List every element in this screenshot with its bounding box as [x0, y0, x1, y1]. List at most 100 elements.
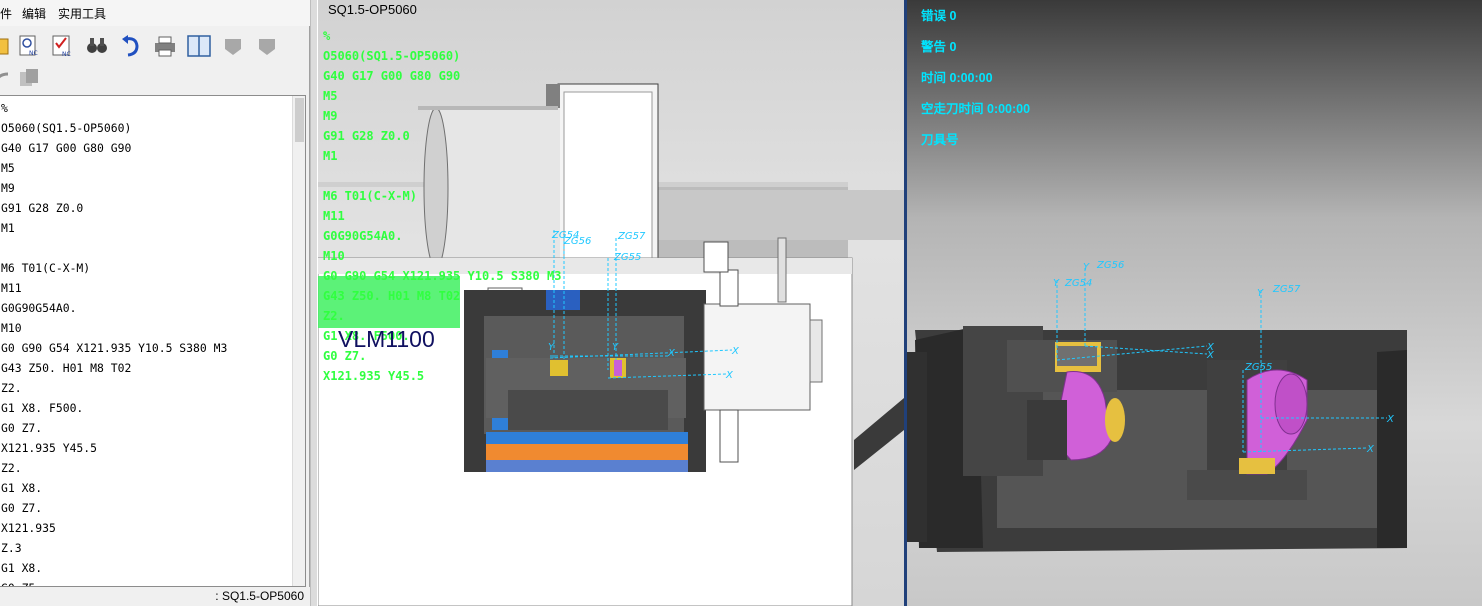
- copy-icon[interactable]: [16, 66, 42, 92]
- toolbar: NC NC: [0, 30, 310, 64]
- code-line[interactable]: M1: [1, 218, 291, 238]
- bookmark-prev-icon[interactable]: [220, 33, 246, 59]
- bookmark-next-icon[interactable]: [254, 33, 280, 59]
- overlay-code-line: M9: [323, 109, 338, 123]
- nc-code-editor[interactable]: % O5060(SQ1.5-OP5060) G40 G17 G00 G80 G90 M…: [0, 95, 306, 587]
- scrollbar-thumb[interactable]: [295, 98, 304, 142]
- stat-label: 错误: [921, 9, 947, 23]
- code-line[interactable]: G0 Z5: [1, 578, 291, 586]
- code-line[interactable]: G0 G90 G54 X121.935 Y10.5 S380 M3: [1, 338, 291, 358]
- overlay-code-line: %: [323, 29, 331, 43]
- vertical-scrollbar[interactable]: [292, 96, 305, 586]
- code-line[interactable]: %: [1, 98, 291, 118]
- overlay-code-line: M1: [323, 149, 338, 163]
- right-fixture-label-zg57: ZG57: [1272, 284, 1301, 295]
- code-line[interactable]: M10: [1, 318, 291, 338]
- menu-utilities[interactable]: 实用工具: [58, 5, 106, 22]
- svg-text:Y: Y: [1257, 288, 1264, 299]
- overlay-code-line: [323, 166, 561, 186]
- status-text: : SQ1.5-OP5060: [215, 589, 304, 603]
- simulation-stats: 错误 0 警告 0 时间 0:00:00 空走刀时间 0:00:00 刀具号: [921, 8, 1030, 163]
- overlay-code-line: G43 Z50. H01 M8 T02: [323, 289, 461, 303]
- pane-splitter[interactable]: [310, 0, 318, 606]
- overlay-code-line: M6 T01(C-X-M): [323, 189, 417, 203]
- stat-value: 0:00:00: [946, 71, 993, 85]
- code-line[interactable]: G0 Z7.: [1, 498, 291, 518]
- overlay-code-line: Z2.: [323, 309, 345, 323]
- view-title: SQ1.5-OP5060: [328, 2, 417, 17]
- svg-text:X: X: [1386, 414, 1395, 425]
- code-line[interactable]: X121.935 Y45.5: [1, 438, 291, 458]
- stat-label: 警告: [921, 40, 947, 54]
- overlay-code-line: M11: [323, 209, 345, 223]
- menu-bar: 件 编辑 实用工具: [0, 0, 310, 26]
- stat-label: 刀具号: [921, 133, 959, 147]
- code-line[interactable]: G1 X8. F500.: [1, 398, 291, 418]
- arrow-icon[interactable]: [0, 66, 16, 92]
- menu-file[interactable]: 件: [0, 5, 12, 22]
- machine-model-label: VLM1100: [338, 326, 435, 352]
- svg-text:Y: Y: [1083, 262, 1090, 273]
- code-line[interactable]: G40 G17 G00 G80 G90: [1, 138, 291, 158]
- svg-text:NC: NC: [29, 50, 38, 57]
- code-lines: % O5060(SQ1.5-OP5060) G40 G17 G00 G80 G90 M…: [1, 98, 291, 586]
- overlay-code-line: G91 G28 Z0.0: [323, 129, 410, 143]
- svg-text:Y: Y: [612, 342, 619, 353]
- code-line[interactable]: G91 G28 Z0.0: [1, 198, 291, 218]
- editor-pane: 件 编辑 实用工具 NC NC % O5060(SQ1.5-OP5060) G4…: [0, 0, 310, 606]
- svg-text:NC: NC: [62, 51, 71, 58]
- svg-text:X: X: [731, 346, 740, 357]
- code-line[interactable]: G0G90G54A0.: [1, 298, 291, 318]
- stat-row: 空走刀时间 0:00:00: [921, 101, 1030, 132]
- fixture-label-zg57: ZG57: [617, 231, 646, 242]
- overlay-code-line: M5: [323, 89, 338, 103]
- overlay-code-line: G0 G90 G54 X121.935 Y10.5 S380 M3: [323, 269, 562, 283]
- right-fixture-label-zg55: ZG55: [1244, 362, 1272, 373]
- print-icon[interactable]: [152, 33, 178, 59]
- stat-label: 空走刀时间: [921, 102, 984, 116]
- svg-text:X: X: [1206, 350, 1215, 361]
- stat-row: 时间 0:00:00: [921, 70, 1030, 101]
- overlay-code-line: O5060(SQ1.5-OP5060): [323, 49, 461, 63]
- undo-icon[interactable]: [118, 33, 144, 59]
- svg-text:X: X: [725, 370, 734, 381]
- overlay-code-line: G40 G17 G00 G80 G90: [323, 69, 461, 83]
- binoculars-icon[interactable]: [84, 33, 110, 59]
- stat-row: 错误 0: [921, 8, 1030, 39]
- svg-text:X: X: [1366, 444, 1375, 455]
- code-line[interactable]: Z2.: [1, 458, 291, 478]
- app-window: 件 编辑 实用工具 NC NC % O5060(SQ1.5-OP5060) G4…: [0, 0, 1482, 606]
- status-bar: : SQ1.5-OP5060: [0, 587, 310, 606]
- code-line[interactable]: X121.935: [1, 518, 291, 538]
- code-line[interactable]: O5060(SQ1.5-OP5060): [1, 118, 291, 138]
- overlay-code-line: M10: [323, 249, 345, 263]
- code-line[interactable]: Z2.: [1, 378, 291, 398]
- stat-row: 警告 0: [921, 39, 1030, 70]
- nc-search-icon[interactable]: NC: [16, 33, 42, 59]
- code-line[interactable]: Z.3: [1, 538, 291, 558]
- machine-3d-view[interactable]: ZG54 ZG56 ZG57 ZG55 XXX YY SQ1.5-OP5060 …: [318, 0, 904, 606]
- code-line[interactable]: M5: [1, 158, 291, 178]
- fixture-3d-view[interactable]: ZG56 ZG54 ZG57 ZG55 XX XX YYY 错误 0 警告 0 时间…: [904, 0, 1482, 606]
- right-fixture-label-zg56: ZG56: [1096, 260, 1124, 271]
- fixture-label-zg55: ZG55: [613, 252, 641, 263]
- stat-label: 时间: [921, 71, 947, 85]
- stat-value: 0: [946, 9, 957, 23]
- code-line[interactable]: M6 T01(C-X-M): [1, 258, 291, 278]
- code-line[interactable]: G1 X8.: [1, 478, 291, 498]
- svg-text:Y: Y: [1053, 278, 1060, 289]
- code-line[interactable]: G43 Z50. H01 M8 T02: [1, 358, 291, 378]
- code-line[interactable]: [1, 238, 291, 258]
- split-view-icon[interactable]: [186, 33, 212, 59]
- code-line[interactable]: M11: [1, 278, 291, 298]
- fixture-label-zg56: ZG56: [563, 236, 591, 247]
- code-line[interactable]: M9: [1, 178, 291, 198]
- toolbar-row-2: [0, 64, 310, 94]
- code-line[interactable]: G1 X8.: [1, 558, 291, 578]
- stat-value: 0:00:00: [983, 102, 1031, 116]
- overlay-code-line: G0G90G54A0.: [323, 229, 403, 243]
- code-line[interactable]: G0 Z7.: [1, 418, 291, 438]
- nc-verify-icon[interactable]: NC: [50, 33, 76, 59]
- stat-value: 0: [946, 40, 957, 54]
- menu-edit[interactable]: 编辑: [22, 5, 46, 22]
